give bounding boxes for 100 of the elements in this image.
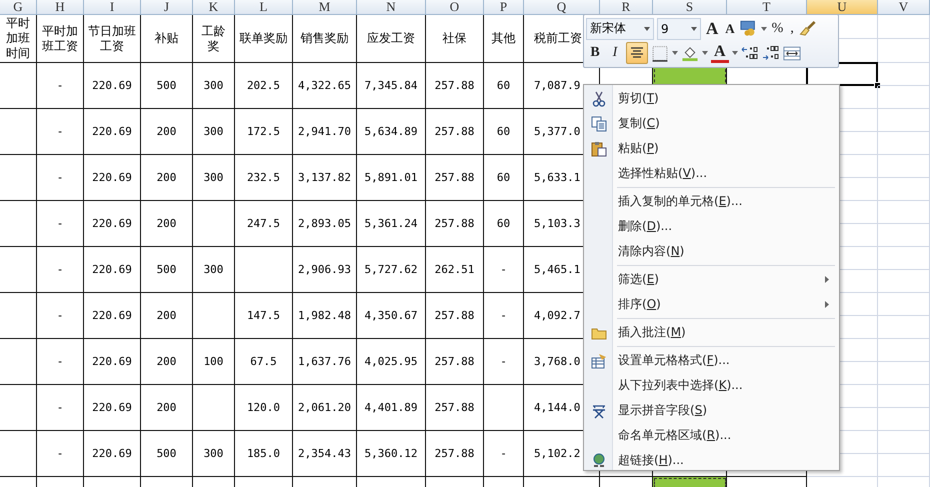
table-cell: 257.88 [426,201,484,247]
italic-button[interactable]: I [607,42,623,64]
caret-icon[interactable] [702,51,708,56]
column-header[interactable]: S [653,0,727,15]
table-cell: 220.69 [84,63,141,109]
column-header[interactable]: G [0,0,37,15]
clipboard-icon [590,140,606,156]
caret-icon[interactable] [672,51,678,56]
table-cell: 60 [484,109,524,155]
increase-decimal-icon[interactable] [740,44,759,62]
table-cell: 202.5 [235,63,293,109]
table-cell: 5,634.89 [357,109,426,155]
table-cell: 5,727.62 [357,247,426,293]
column-header[interactable]: M [293,0,357,15]
table-cell: 247.5 [235,201,293,247]
table-cell: 220.69 [84,339,141,385]
table-cell: 300 [193,247,235,293]
font-dropdown[interactable]: 新宋体 [586,18,654,40]
column-header[interactable]: V [878,0,930,15]
phonetic-icon [590,402,606,418]
table-cell: 200 [141,109,193,155]
table-cell: 200 [141,155,193,201]
column-header[interactable]: O [426,0,484,15]
table-cell: 257.88 [426,109,484,155]
table-cell: 232.5 [235,155,293,201]
caret-icon[interactable] [760,26,767,31]
table-cell: 5,361.24 [357,201,426,247]
scissors-icon [590,90,606,106]
table-cell: 2,941.70 [293,109,357,155]
header-cell: 补贴 [141,15,193,63]
table-cell: 220.69 [84,385,141,431]
grow-font-button[interactable]: A [704,18,720,40]
header-cell: 其他 [484,15,524,63]
comma-button[interactable]: , [788,18,796,40]
table-cell: 220.69 [84,247,141,293]
table-cell: - [484,339,524,385]
caret-icon[interactable] [732,51,738,56]
table-cell: 300 [193,431,235,477]
brush-icon[interactable] [798,20,817,38]
column-header[interactable]: U [807,0,878,15]
table-cell: - [484,247,524,293]
table-cell: 500 [141,63,193,109]
shrink-font-button[interactable]: A [723,18,737,40]
table-cell: 7,345.84 [357,63,426,109]
table-cell: - [37,293,84,339]
merge-center-icon[interactable] [782,44,801,62]
table-cell: 147.5 [235,293,293,339]
center-align-button[interactable] [626,42,648,64]
table-cell: - [37,63,84,109]
header-cell: 联单奖励 [235,15,293,63]
table-cell: 257.88 [426,293,484,339]
table-cell: 257.88 [426,385,484,431]
table-cell: - [37,109,84,155]
caret-icon [644,26,650,31]
table-cell: 200 [141,339,193,385]
column-header[interactable]: J [141,0,193,15]
caret-icon [691,26,697,31]
column-header[interactable]: T [727,0,807,15]
table-cell: 257.88 [426,339,484,385]
coins-icon[interactable] [740,20,758,38]
column-header[interactable]: L [235,0,293,15]
percent-button[interactable]: % [770,18,786,40]
column-header[interactable]: I [84,0,141,15]
table-cell: 220.69 [84,155,141,201]
table-cell: 100 [193,339,235,385]
decrease-decimal-icon[interactable] [762,44,780,62]
fill-color-icon[interactable] [681,44,699,62]
column-header[interactable]: H [37,0,84,15]
header-cell: 工龄奖 [193,15,235,63]
table-cell: 220.69 [84,201,141,247]
table-cell: 172.5 [235,109,293,155]
column-header[interactable]: Q [524,0,600,15]
format-cells-icon [590,352,606,368]
table-cell: 300 [193,155,235,201]
table-cell: 220.69 [84,109,141,155]
table-cell: 262.51 [426,247,484,293]
globe-link-icon [590,452,606,468]
table-cell: 500 [141,431,193,477]
column-header[interactable]: P [484,0,524,15]
table-cell: 3,137.82 [293,155,357,201]
table-cell: - [37,201,84,247]
table-cell: - [484,431,524,477]
table-cell: 60 [484,201,524,247]
column-header[interactable]: K [193,0,235,15]
table-cell: 257.88 [426,431,484,477]
table-cell: 120.0 [235,385,293,431]
table-cell: 1,637.76 [293,339,357,385]
table-cell: 220.69 [84,431,141,477]
table-cell: 2,354.43 [293,431,357,477]
table-cell: 4,322.65 [293,63,357,109]
table-cell: - [37,385,84,431]
column-header[interactable]: R [600,0,653,15]
font-color-button[interactable]: A [711,43,729,64]
table-cell: - [37,247,84,293]
table-cell: 300 [193,109,235,155]
font-size-dropdown[interactable]: 9 [657,18,701,40]
table-cell: 67.5 [235,339,293,385]
table-cell: - [37,339,84,385]
borders-icon[interactable] [651,44,669,62]
column-header[interactable]: N [357,0,426,15]
